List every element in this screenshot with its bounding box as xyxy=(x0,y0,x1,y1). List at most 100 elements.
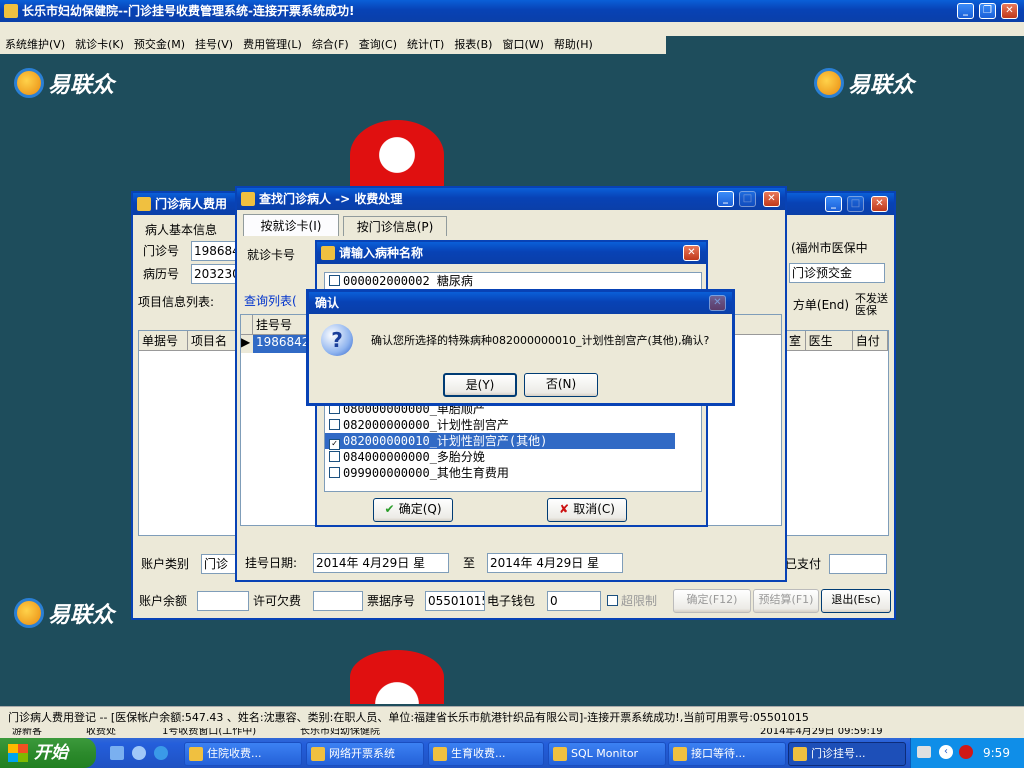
prescription-button[interactable]: 方单(End) xyxy=(789,295,853,319)
insurance-field[interactable]: (福州市医保中 xyxy=(789,239,889,259)
logo-icon xyxy=(14,598,44,628)
checkbox-box[interactable] xyxy=(607,595,618,606)
maximize-button[interactable]: □ xyxy=(847,196,864,212)
menu-item[interactable]: 挂号(V) xyxy=(190,36,238,54)
list-item[interactable]: 099900000000_其他生育费用 xyxy=(325,465,701,481)
taskbar: 开始 住院收费... 网络开票系统 生育收费... SQL Monitor 接口… xyxy=(0,738,1024,768)
column-header[interactable]: 项目名 xyxy=(188,331,237,350)
close-button[interactable]: ✕ xyxy=(763,191,780,207)
column-header[interactable]: 自付 xyxy=(853,331,888,350)
over-limit-checkbox[interactable]: 超限制 xyxy=(607,592,657,610)
confirm-f12-button[interactable]: 确定(F12) xyxy=(673,589,751,613)
row-indicator-header xyxy=(241,315,253,334)
minimize-button[interactable]: _ xyxy=(825,196,842,212)
list-item[interactable]: 000002000002 糖尿病 xyxy=(325,273,701,289)
ie-icon[interactable] xyxy=(154,746,168,760)
task-icon xyxy=(673,747,687,761)
paid-field[interactable] xyxy=(829,554,887,574)
column-header[interactable]: 医生 xyxy=(806,331,853,350)
column-header[interactable]: 挂号号 xyxy=(253,315,309,334)
record-no-field[interactable]: 203230 xyxy=(191,264,239,284)
disease-ok-button[interactable]: ✔ 确定(Q) xyxy=(373,498,453,522)
task-icon xyxy=(311,747,325,761)
menu-item[interactable]: 统计(T) xyxy=(402,36,449,54)
close-button[interactable]: ✕ xyxy=(709,295,726,311)
date-to-picker[interactable]: 2014年 4月29日 星 xyxy=(487,553,623,573)
list-item[interactable]: 082000000000_计划性剖宫产 xyxy=(325,417,701,433)
close-button[interactable]: ✕ xyxy=(683,245,700,261)
checkbox-box[interactable] xyxy=(329,275,340,286)
account-type-field[interactable]: 门诊 xyxy=(201,554,239,574)
restore-button[interactable]: ❐ xyxy=(979,3,996,19)
confirm-dialog-title-bar: 确认 ✕ xyxy=(309,292,732,314)
tab-outpatient[interactable]: 按门诊信息(P) xyxy=(343,216,447,236)
no-entry-icon[interactable] xyxy=(959,745,973,759)
checkbox-box[interactable] xyxy=(329,451,340,462)
taskbar-item[interactable]: SQL Monitor xyxy=(548,742,666,766)
quick-launch-icon[interactable] xyxy=(110,746,124,760)
checkbox-box[interactable] xyxy=(329,419,340,430)
close-button[interactable]: ✕ xyxy=(1001,3,1018,19)
ewallet-label: 电子钱包 xyxy=(487,594,536,608)
brand-logo: 易联众 xyxy=(14,66,114,100)
prepay-field[interactable]: 门诊预交金 xyxy=(789,263,885,283)
receipt-no-field[interactable]: 05501015 xyxy=(425,591,485,611)
check-icon: ✔ xyxy=(384,502,399,516)
question-icon: ? xyxy=(321,324,353,356)
menu-item[interactable]: 系统维护(V) xyxy=(0,36,70,54)
chevron-left-icon[interactable]: ‹ xyxy=(939,745,953,759)
balance-field[interactable] xyxy=(197,591,249,611)
menu-bar: 系统维护(V) 就诊卡(K) 预交金(M) 挂号(V) 费用管理(L) 综合(F… xyxy=(0,36,666,54)
menu-item[interactable]: 帮助(H) xyxy=(549,36,598,54)
yes-button[interactable]: 是(Y) xyxy=(443,373,517,397)
no-button[interactable]: 否(N) xyxy=(524,373,598,397)
table-row[interactable]: ▶ 1986842 xyxy=(241,335,311,353)
list-item[interactable]: 084000000000_多胎分娩 xyxy=(325,449,701,465)
menu-item[interactable]: 窗口(W) xyxy=(497,36,548,54)
no-send-insurance-checkbox[interactable]: 不发送医保 xyxy=(855,293,891,317)
keyboard-icon[interactable] xyxy=(917,746,931,758)
taskbar-item-active[interactable]: 门诊挂号... xyxy=(788,742,906,766)
menu-item[interactable]: 预交金(M) xyxy=(129,36,190,54)
column-header[interactable]: 室 xyxy=(786,331,806,350)
minimize-button[interactable]: _ xyxy=(717,191,734,207)
credit-label: 许可欠费 xyxy=(253,594,302,608)
brand-logo: 易联众 xyxy=(14,596,114,630)
outpatient-no-field[interactable]: 198684 xyxy=(191,241,239,261)
exit-button[interactable]: 退出(Esc) xyxy=(821,589,891,613)
fee-item-grid[interactable]: 单据号 项目名 xyxy=(138,330,238,536)
confirm-dialog: 确认 ✕ ? 确认您所选择的特殊病种082000000010_计划性剖宫产(其他… xyxy=(306,289,735,406)
quick-launch-icon[interactable] xyxy=(132,746,146,760)
checkbox-box[interactable] xyxy=(329,467,340,478)
list-item-selected[interactable]: ✓ 082000000010_计划性剖宫产(其他) xyxy=(325,433,675,450)
credit-field[interactable] xyxy=(313,591,363,611)
taskbar-item[interactable]: 生育收费... xyxy=(428,742,544,766)
minimize-button[interactable]: _ xyxy=(957,3,974,19)
menu-item[interactable]: 报表(B) xyxy=(449,36,497,54)
taskbar-item[interactable]: 接口等待... xyxy=(668,742,786,766)
close-button[interactable]: ✕ xyxy=(871,196,888,212)
start-button[interactable]: 开始 xyxy=(0,738,96,768)
taskbar-item[interactable]: 网络开票系统 xyxy=(306,742,424,766)
tab-card[interactable]: 按就诊卡(I) xyxy=(243,214,339,236)
reg-date-label: 挂号日期: xyxy=(245,556,298,570)
window-icon xyxy=(137,197,151,211)
date-from-picker[interactable]: 2014年 4月29日 星 xyxy=(313,553,449,573)
account-type-label: 账户类别 xyxy=(141,557,190,571)
fee-item-grid-right[interactable]: 室医生 自付 xyxy=(785,330,889,536)
presettle-button[interactable]: 预结算(F1) xyxy=(753,589,819,613)
menu-item[interactable]: 查询(C) xyxy=(354,36,402,54)
column-header[interactable]: 单据号 xyxy=(139,331,188,350)
ewallet-field[interactable]: 0 xyxy=(547,591,601,611)
task-icon xyxy=(433,747,447,761)
menu-item[interactable]: 综合(F) xyxy=(307,36,354,54)
disease-cancel-button[interactable]: ✘ 取消(C) xyxy=(547,498,627,522)
window-icon xyxy=(241,192,255,206)
taskbar-item[interactable]: 住院收费... xyxy=(184,742,302,766)
menu-item[interactable]: 费用管理(L) xyxy=(238,36,307,54)
status-bar: 门诊病人费用登记 -- [医保帐户余额:547.43 、姓名:沈惠容、类别:在职… xyxy=(0,706,1024,728)
maximize-button[interactable]: □ xyxy=(739,191,756,207)
logo-icon xyxy=(814,68,844,98)
status-text: 门诊病人费用登记 -- [医保帐户余额:547.43 、姓名:沈惠容、类别:在职… xyxy=(8,711,809,724)
menu-item[interactable]: 就诊卡(K) xyxy=(70,36,129,54)
